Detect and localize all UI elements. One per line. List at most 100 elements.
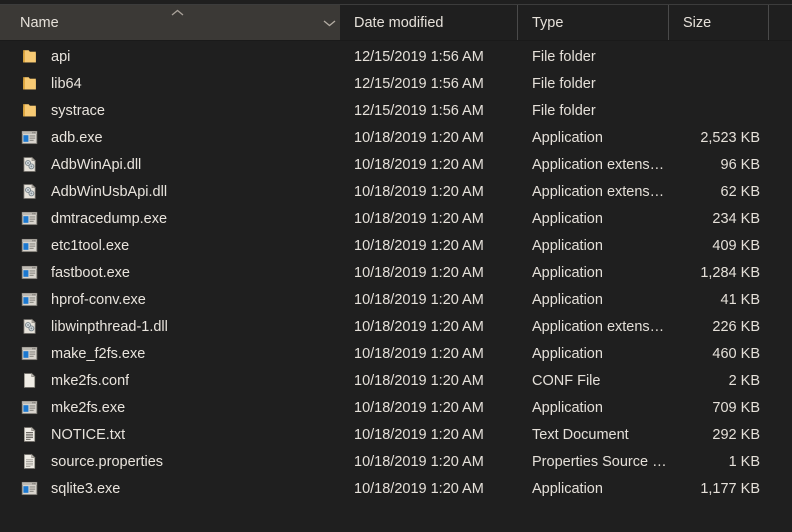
file-name-cell[interactable]: fastboot.exe xyxy=(0,264,340,281)
file-name-label: fastboot.exe xyxy=(51,264,130,281)
date-modified-cell: 10/18/2019 1:20 AM xyxy=(354,453,484,470)
blank-document-icon xyxy=(21,372,38,389)
table-row[interactable]: systrace 12/15/2019 1:56 AM File folder xyxy=(0,97,792,124)
size-cell: 2 KB xyxy=(728,372,760,389)
column-header-size[interactable]: Size xyxy=(669,5,769,40)
column-header-filler xyxy=(769,5,792,40)
column-header-type-label: Type xyxy=(532,14,564,31)
file-name-cell[interactable]: hprof-conv.exe xyxy=(0,291,340,308)
file-name-cell[interactable]: sqlite3.exe xyxy=(0,480,340,497)
type-cell: Application xyxy=(532,480,603,497)
size-cell: 2,523 KB xyxy=(700,129,760,146)
dll-library-icon xyxy=(21,318,38,335)
type-cell: Application xyxy=(532,264,603,281)
file-name-cell[interactable]: AdbWinUsbApi.dll xyxy=(0,183,340,200)
table-row[interactable]: dmtracedump.exe 10/18/2019 1:20 AM Applica… xyxy=(0,205,792,232)
type-cell: File folder xyxy=(532,48,596,65)
type-cell: Application xyxy=(532,210,603,227)
text-document-icon xyxy=(21,426,38,443)
file-name-cell[interactable]: mke2fs.conf xyxy=(0,372,340,389)
type-cell: Application xyxy=(532,399,603,416)
application-exe-icon xyxy=(21,129,38,146)
table-row[interactable]: mke2fs.conf 10/18/2019 1:20 AM CONF File 2 … xyxy=(0,367,792,394)
file-name-cell[interactable]: api xyxy=(0,48,340,65)
column-header-row: Name Date modified Type Size xyxy=(0,5,792,40)
file-name-cell[interactable]: AdbWinApi.dll xyxy=(0,156,340,173)
dll-library-icon xyxy=(21,183,38,200)
table-row[interactable]: etc1tool.exe 10/18/2019 1:20 AM Applicatio… xyxy=(0,232,792,259)
application-exe-icon xyxy=(21,210,38,227)
file-name-cell[interactable]: systrace xyxy=(0,102,340,119)
size-cell: 62 KB xyxy=(720,183,761,200)
column-header-date-modified[interactable]: Date modified xyxy=(340,5,518,40)
file-name-label: lib64 xyxy=(51,75,82,92)
file-name-label: make_f2fs.exe xyxy=(51,345,146,362)
type-cell: File folder xyxy=(532,75,596,92)
table-row[interactable]: libwinpthread-1.dll 10/18/2019 1:20 AM App… xyxy=(0,313,792,340)
chevron-down-icon[interactable] xyxy=(318,5,340,40)
folder-icon xyxy=(21,75,38,92)
application-exe-icon xyxy=(21,264,38,281)
file-name-label: sqlite3.exe xyxy=(51,480,121,497)
table-row[interactable]: NOTICE.txt 10/18/2019 1:20 AM Text Documen… xyxy=(0,421,792,448)
size-cell: 1 KB xyxy=(728,453,760,470)
table-row[interactable]: AdbWinApi.dll 10/18/2019 1:20 AM Applicati… xyxy=(0,151,792,178)
table-row[interactable]: lib64 12/15/2019 1:56 AM File folder xyxy=(0,70,792,97)
size-cell: 709 KB xyxy=(712,399,760,416)
file-name-label: libwinpthread-1.dll xyxy=(51,318,168,335)
size-cell: 226 KB xyxy=(712,318,760,335)
file-name-cell[interactable]: adb.exe xyxy=(0,129,340,146)
file-name-label: adb.exe xyxy=(51,129,103,146)
date-modified-cell: 10/18/2019 1:20 AM xyxy=(354,480,484,497)
column-header-type[interactable]: Type xyxy=(518,5,669,40)
table-row[interactable]: mke2fs.exe 10/18/2019 1:20 AM Application 7… xyxy=(0,394,792,421)
table-row[interactable]: make_f2fs.exe 10/18/2019 1:20 AM Applicati… xyxy=(0,340,792,367)
file-list[interactable]: api 12/15/2019 1:56 AM File folder lib64 12/… xyxy=(0,43,792,502)
file-name-label: api xyxy=(51,48,71,65)
date-modified-cell: 10/18/2019 1:20 AM xyxy=(354,156,484,173)
table-row[interactable]: api 12/15/2019 1:56 AM File folder xyxy=(0,43,792,70)
table-row[interactable]: sqlite3.exe 10/18/2019 1:20 AM Application… xyxy=(0,475,792,502)
date-modified-cell: 10/18/2019 1:20 AM xyxy=(354,372,484,389)
date-modified-cell: 10/18/2019 1:20 AM xyxy=(354,237,484,254)
date-modified-cell: 12/15/2019 1:56 AM xyxy=(354,102,484,119)
size-cell: 41 KB xyxy=(720,291,761,308)
dll-library-icon xyxy=(21,156,38,173)
file-name-cell[interactable]: make_f2fs.exe xyxy=(0,345,340,362)
folder-icon xyxy=(21,48,38,65)
type-cell: Text Document xyxy=(532,426,629,443)
date-modified-cell: 10/18/2019 1:20 AM xyxy=(354,129,484,146)
file-name-cell[interactable]: etc1tool.exe xyxy=(0,237,340,254)
file-name-cell[interactable]: NOTICE.txt xyxy=(0,426,340,443)
table-row[interactable]: adb.exe 10/18/2019 1:20 AM Application 2,52… xyxy=(0,124,792,151)
date-modified-cell: 10/18/2019 1:20 AM xyxy=(354,264,484,281)
file-name-cell[interactable]: libwinpthread-1.dll xyxy=(0,318,340,335)
column-header-name-label: Name xyxy=(20,14,59,31)
file-name-label: dmtracedump.exe xyxy=(51,210,168,227)
type-cell: Properties Source … xyxy=(532,453,667,470)
file-name-label: NOTICE.txt xyxy=(51,426,126,443)
file-name-label: source.properties xyxy=(51,453,164,470)
file-name-label: systrace xyxy=(51,102,105,119)
type-cell: File folder xyxy=(532,102,596,119)
column-header-size-label: Size xyxy=(683,14,712,31)
date-modified-cell: 10/18/2019 1:20 AM xyxy=(354,291,484,308)
file-name-cell[interactable]: dmtracedump.exe xyxy=(0,210,340,227)
column-header-name[interactable]: Name xyxy=(0,5,340,40)
table-row[interactable]: AdbWinUsbApi.dll 10/18/2019 1:20 AM Applic… xyxy=(0,178,792,205)
table-row[interactable]: hprof-conv.exe 10/18/2019 1:20 AM Applicat… xyxy=(0,286,792,313)
file-name-cell[interactable]: source.properties xyxy=(0,453,340,470)
size-cell: 1,284 KB xyxy=(700,264,760,281)
table-row[interactable]: fastboot.exe 10/18/2019 1:20 AM Applicatio… xyxy=(0,259,792,286)
column-header-date-modified-label: Date modified xyxy=(354,14,444,31)
size-cell: 409 KB xyxy=(712,237,760,254)
type-cell: Application xyxy=(532,237,603,254)
application-exe-icon xyxy=(21,345,38,362)
size-cell: 96 KB xyxy=(720,156,761,173)
file-name-label: hprof-conv.exe xyxy=(51,291,146,308)
file-name-cell[interactable]: lib64 xyxy=(0,75,340,92)
table-row[interactable]: source.properties 10/18/2019 1:20 AM Prope… xyxy=(0,448,792,475)
file-name-cell[interactable]: mke2fs.exe xyxy=(0,399,340,416)
file-name-label: mke2fs.exe xyxy=(51,399,126,416)
date-modified-cell: 10/18/2019 1:20 AM xyxy=(354,210,484,227)
